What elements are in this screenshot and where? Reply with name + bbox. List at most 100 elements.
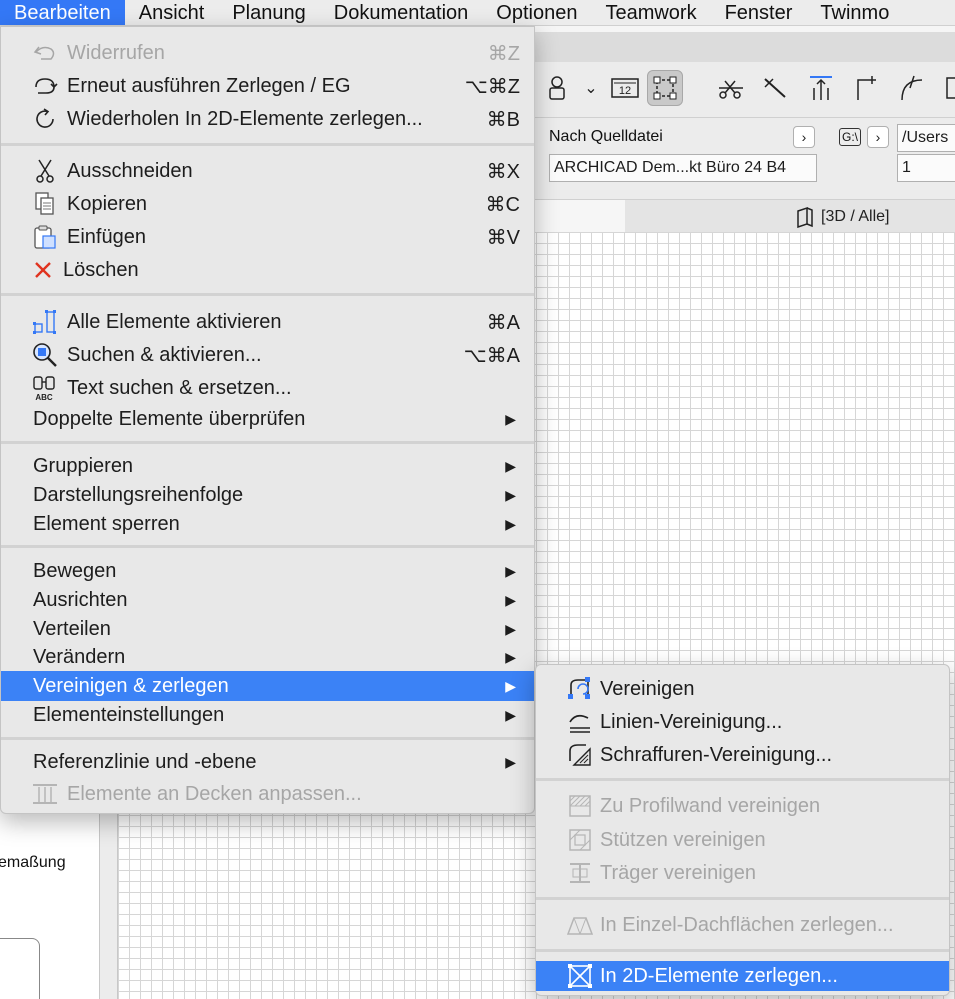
line-merge-icon <box>566 708 594 736</box>
menu-item-display-order[interactable]: Darstellungsreihenfolge ▶ <box>1 480 534 510</box>
chevron-right-icon[interactable]: › <box>793 126 815 148</box>
menu-item-lock[interactable]: Element sperren ▶ <box>1 509 534 539</box>
submenu-item-beams[interactable]: Träger vereinigen <box>536 858 949 888</box>
fill-merge-icon <box>566 741 594 769</box>
shortcut: ⌥⌘Z <box>464 75 520 98</box>
source-label: Nach Quelldatei <box>549 128 663 145</box>
offset-icon[interactable] <box>933 70 955 106</box>
menu-optionen[interactable]: Optionen <box>482 0 591 25</box>
repeat-icon <box>31 105 59 133</box>
submenu-item-columns[interactable]: Stützen vereinigen <box>536 825 949 855</box>
menu-item-undo[interactable]: Widerrufen ⌘Z <box>1 38 534 68</box>
path-field[interactable]: /Users <box>897 124 955 152</box>
submenu-item-profile-wall[interactable]: Zu Profilwand vereinigen <box>536 791 949 821</box>
menu-twinmotion[interactable]: Twinmo <box>806 0 903 25</box>
chevron-down-icon[interactable]: ⌄ <box>573 70 609 106</box>
undo-icon <box>31 39 59 67</box>
menu-item-duplicates[interactable]: Doppelte Elemente überprüfen ▶ <box>1 404 534 434</box>
elevate-icon[interactable] <box>803 70 839 106</box>
menu-item-find-text[interactable]: ABC Text suchen & ersetzen... <box>1 373 534 403</box>
menu-dokumentation[interactable]: Dokumentation <box>320 0 483 25</box>
find-select-icon <box>31 341 59 369</box>
marquee-select-icon[interactable] <box>647 70 683 106</box>
menu-item-element-settings[interactable]: Elementeinstellungen ▶ <box>1 700 534 730</box>
split-scissors-icon[interactable] <box>713 70 749 106</box>
submenu-item-line-merge[interactable]: Linien-Vereinigung... <box>536 707 949 737</box>
submenu-arrow-icon: ▶ <box>505 457 516 474</box>
floor-icon: G:\ <box>839 128 862 146</box>
menu-item-element-settings-label: Elementeinstellungen <box>33 703 225 726</box>
menu-item-find-select[interactable]: Suchen & aktivieren... ⌥⌘A <box>1 340 534 370</box>
submenu-item-line-merge-label: Linien-Vereinigung... <box>600 710 783 733</box>
explode-2d-icon <box>566 962 594 990</box>
tab-blank[interactable] <box>535 200 625 232</box>
menu-planung[interactable]: Planung <box>218 0 319 25</box>
menu-item-paste-label: Einfügen <box>67 225 146 248</box>
submenu-item-merge[interactable]: Vereinigen <box>536 674 949 704</box>
submenu-item-roof-planes-label: In Einzel-Dachflächen zerlegen... <box>600 913 894 936</box>
menu-separator <box>1 441 534 444</box>
menu-item-adjust-slabs[interactable]: Elemente an Decken anpassen... <box>1 779 534 809</box>
menu-item-merge-explode[interactable]: Vereinigen & zerlegen ▶ <box>1 671 534 701</box>
menu-separator <box>1 545 534 548</box>
shortcut: ⌘Z <box>487 42 520 65</box>
menu-item-reference-label: Referenzlinie und -ebene <box>33 750 257 773</box>
menu-item-reshape[interactable]: Verändern ▶ <box>1 642 534 672</box>
binoculars-icon-caption: ABC <box>35 393 53 402</box>
menu-ansicht[interactable]: Ansicht <box>125 0 219 25</box>
submenu-item-fill-merge[interactable]: Schraffuren-Vereinigung... <box>536 740 949 770</box>
magic-wand-icon[interactable] <box>757 70 793 106</box>
menu-fenster[interactable]: Fenster <box>711 0 807 25</box>
corner-icon[interactable] <box>847 70 883 106</box>
menu-item-paste[interactable]: Einfügen ⌘V <box>1 222 534 252</box>
binoculars-icon: ABC <box>31 374 59 402</box>
shortcut: ⌘V <box>486 226 520 249</box>
submenu-arrow-icon: ▶ <box>505 591 516 608</box>
left-panel-box[interactable] <box>0 938 40 999</box>
submenu-arrow-icon: ▶ <box>505 677 516 694</box>
left-panel-text: emaßung <box>0 854 66 871</box>
menu-item-reference[interactable]: Referenzlinie und -ebene ▶ <box>1 747 534 777</box>
menu-separator <box>536 949 949 952</box>
menu-separator <box>536 897 949 900</box>
submenu-arrow-icon: ▶ <box>505 706 516 723</box>
person-tool-icon[interactable] <box>539 70 575 106</box>
menu-item-copy[interactable]: Kopieren ⌘C <box>1 189 534 219</box>
roof-icon <box>566 911 594 939</box>
select-all-icon <box>31 308 59 336</box>
menu-item-display-order-label: Darstellungsreihenfolge <box>33 483 244 506</box>
menu-item-align[interactable]: Ausrichten ▶ <box>1 585 534 615</box>
scissors-icon <box>31 157 59 185</box>
menu-item-delete[interactable]: Löschen <box>1 255 534 285</box>
scale-text: 12 <box>619 85 631 97</box>
scale-icon[interactable]: 12 <box>607 70 643 106</box>
menu-item-distribute[interactable]: Verteilen ▶ <box>1 614 534 644</box>
copy-icon <box>31 190 59 218</box>
menu-item-lock-label: Element sperren <box>33 512 180 535</box>
panel-divider[interactable] <box>100 800 118 999</box>
menu-separator <box>1 737 534 740</box>
menu-item-cut[interactable]: Ausschneiden ⌘X <box>1 156 534 186</box>
submenu-item-explode-2d[interactable]: In 2D-Elemente zerlegen... <box>536 961 949 991</box>
menu-bearbeiten[interactable]: Bearbeiten <box>0 0 125 25</box>
menu-item-move[interactable]: Bewegen ▶ <box>1 556 534 586</box>
chevron-right-icon[interactable]: › <box>867 126 889 148</box>
menu-item-select-all-label: Alle Elemente aktivieren <box>67 310 282 333</box>
submenu-item-explode-2d-label: In 2D-Elemente zerlegen... <box>600 964 838 987</box>
menu-teamwork[interactable]: Teamwork <box>591 0 710 25</box>
submenu-item-profile-wall-label: Zu Profilwand vereinigen <box>600 794 821 817</box>
fillet-icon[interactable] <box>893 70 929 106</box>
shortcut: ⌘A <box>486 311 520 334</box>
tab-3d[interactable]: [3D / Alle] <box>795 206 889 228</box>
menu-item-select-all[interactable]: Alle Elemente aktivieren ⌘A <box>1 307 534 337</box>
menu-item-redo[interactable]: Erneut ausführen Zerlegen / EG ⌥⌘Z <box>1 71 534 101</box>
submenu-arrow-icon: ▶ <box>505 562 516 579</box>
source-field[interactable]: ARCHICAD Dem...kt Büro 24 B4 <box>549 154 817 182</box>
value-field[interactable]: 1 <box>897 154 955 182</box>
submenu-arrow-icon: ▶ <box>505 410 516 427</box>
menu-item-group[interactable]: Gruppieren ▶ <box>1 451 534 481</box>
menu-item-repeat[interactable]: Wiederholen In 2D-Elemente zerlegen... ⌘… <box>1 104 534 134</box>
menu-separator <box>1 143 534 146</box>
menu-item-move-label: Bewegen <box>33 559 117 582</box>
submenu-item-roof-planes[interactable]: In Einzel-Dachflächen zerlegen... <box>536 910 949 940</box>
